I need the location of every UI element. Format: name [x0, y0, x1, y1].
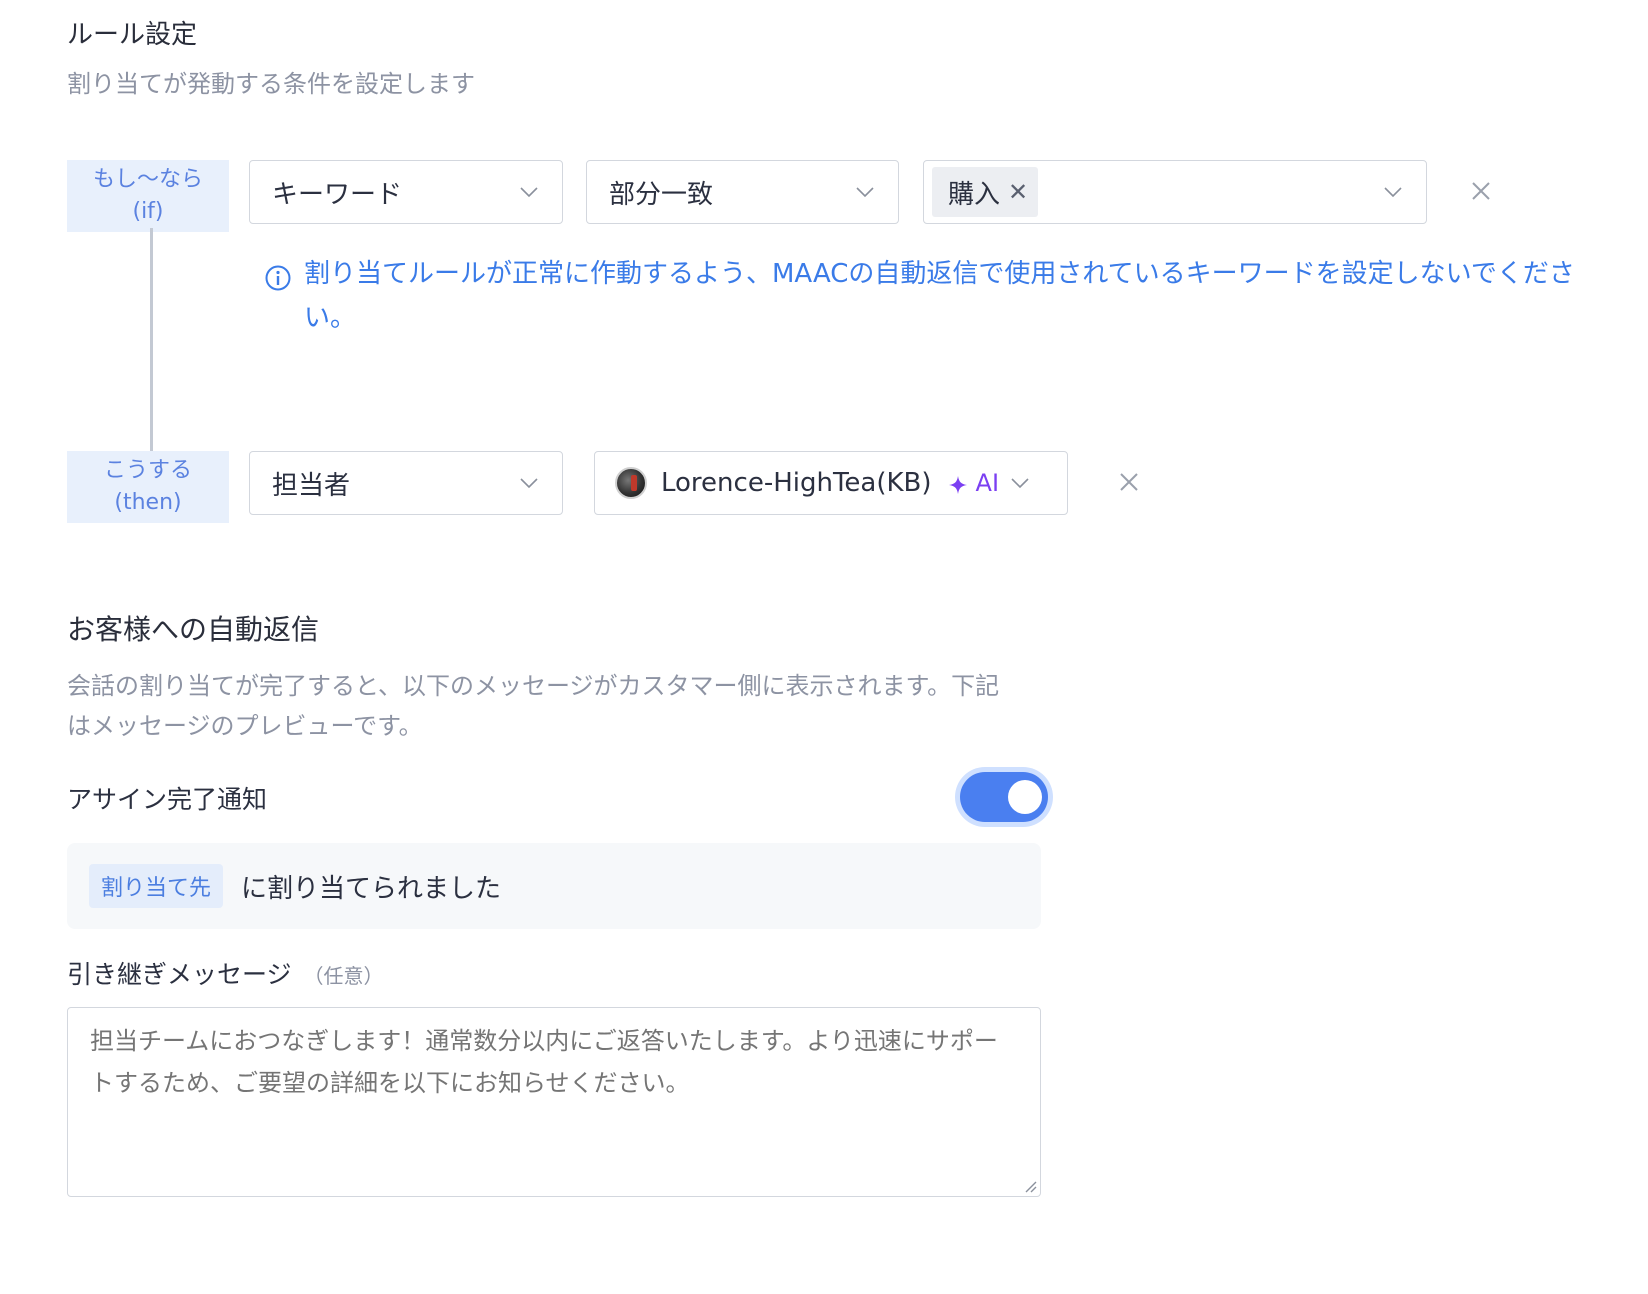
tag-remove-icon[interactable]: ✕: [1008, 180, 1028, 204]
match-type-value: 部分一致: [609, 179, 714, 210]
handover-label-row: 引き継ぎメッセージ （任意）: [67, 955, 383, 991]
match-type-select[interactable]: 部分一致: [586, 160, 899, 224]
chevron-down-icon: [518, 472, 540, 494]
chevron-down-icon: [1382, 181, 1404, 203]
notify-label: アサイン完了通知: [67, 785, 268, 814]
then-label: こうする (then): [67, 451, 229, 523]
action-type-select[interactable]: 担当者: [249, 451, 563, 515]
notify-preview: 割り当て先 に割り当てられました: [67, 843, 1041, 929]
if-then-connector: [150, 228, 153, 452]
keyword-tag-label: 購入: [948, 179, 1001, 210]
assignee-select[interactable]: Lorence-HighTea(KB) AI: [594, 451, 1068, 515]
then-label-text: こうする: [103, 458, 192, 483]
keyword-warning: 割り当てルールが正常に作動するよう、MAACの自動返信で使用されているキーワード…: [264, 252, 1594, 340]
chevron-down-icon: [1009, 472, 1031, 494]
keyword-select[interactable]: 購入 ✕: [923, 160, 1427, 224]
sparkle-icon: [948, 473, 968, 494]
handover-optional: （任意）: [303, 964, 384, 988]
info-icon: [264, 262, 292, 291]
action-type-value: 担当者: [272, 470, 351, 501]
resize-grip-icon[interactable]: [1021, 1177, 1037, 1193]
chevron-down-icon: [518, 181, 540, 203]
assignee-variable-chip: 割り当て先: [89, 864, 224, 908]
then-label-sub: (then): [114, 490, 182, 515]
handover-message-input[interactable]: [67, 1007, 1041, 1197]
keyword-tag: 購入 ✕: [932, 167, 1039, 217]
notify-preview-text: に割り当てられました: [241, 873, 502, 904]
remove-action-close-icon[interactable]: [1114, 467, 1144, 497]
ai-badge-label: AI: [975, 469, 1000, 497]
auto-reply-description: 会話の割り当てが完了すると、以下のメッセージがカスタマー側に表示されます。下記は…: [67, 672, 1000, 740]
keyword-warning-text: 割り当てルールが正常に作動するよう、MAACの自動返信で使用されているキーワード…: [304, 259, 1575, 333]
if-label-sub: (if): [132, 199, 164, 224]
rule-settings-description: 割り当てが発動する条件を設定します: [67, 70, 475, 98]
condition-type-value: キーワード: [272, 179, 403, 210]
condition-type-select[interactable]: キーワード: [249, 160, 563, 224]
if-label-text: もし〜なら: [92, 167, 203, 192]
rule-settings-title: ルール設定: [67, 20, 198, 50]
toggle-knob: [1008, 780, 1042, 814]
avatar: [615, 467, 647, 499]
handover-label: 引き継ぎメッセージ: [67, 960, 292, 989]
ai-badge: AI: [948, 469, 1000, 497]
notify-toggle[interactable]: [960, 772, 1048, 822]
remove-condition-close-icon[interactable]: [1466, 176, 1496, 206]
if-label: もし〜なら (if): [67, 160, 229, 232]
chevron-down-icon: [854, 181, 876, 203]
auto-reply-title: お客様への自動返信: [67, 613, 320, 646]
assignee-name: Lorence-HighTea(KB): [661, 468, 932, 498]
